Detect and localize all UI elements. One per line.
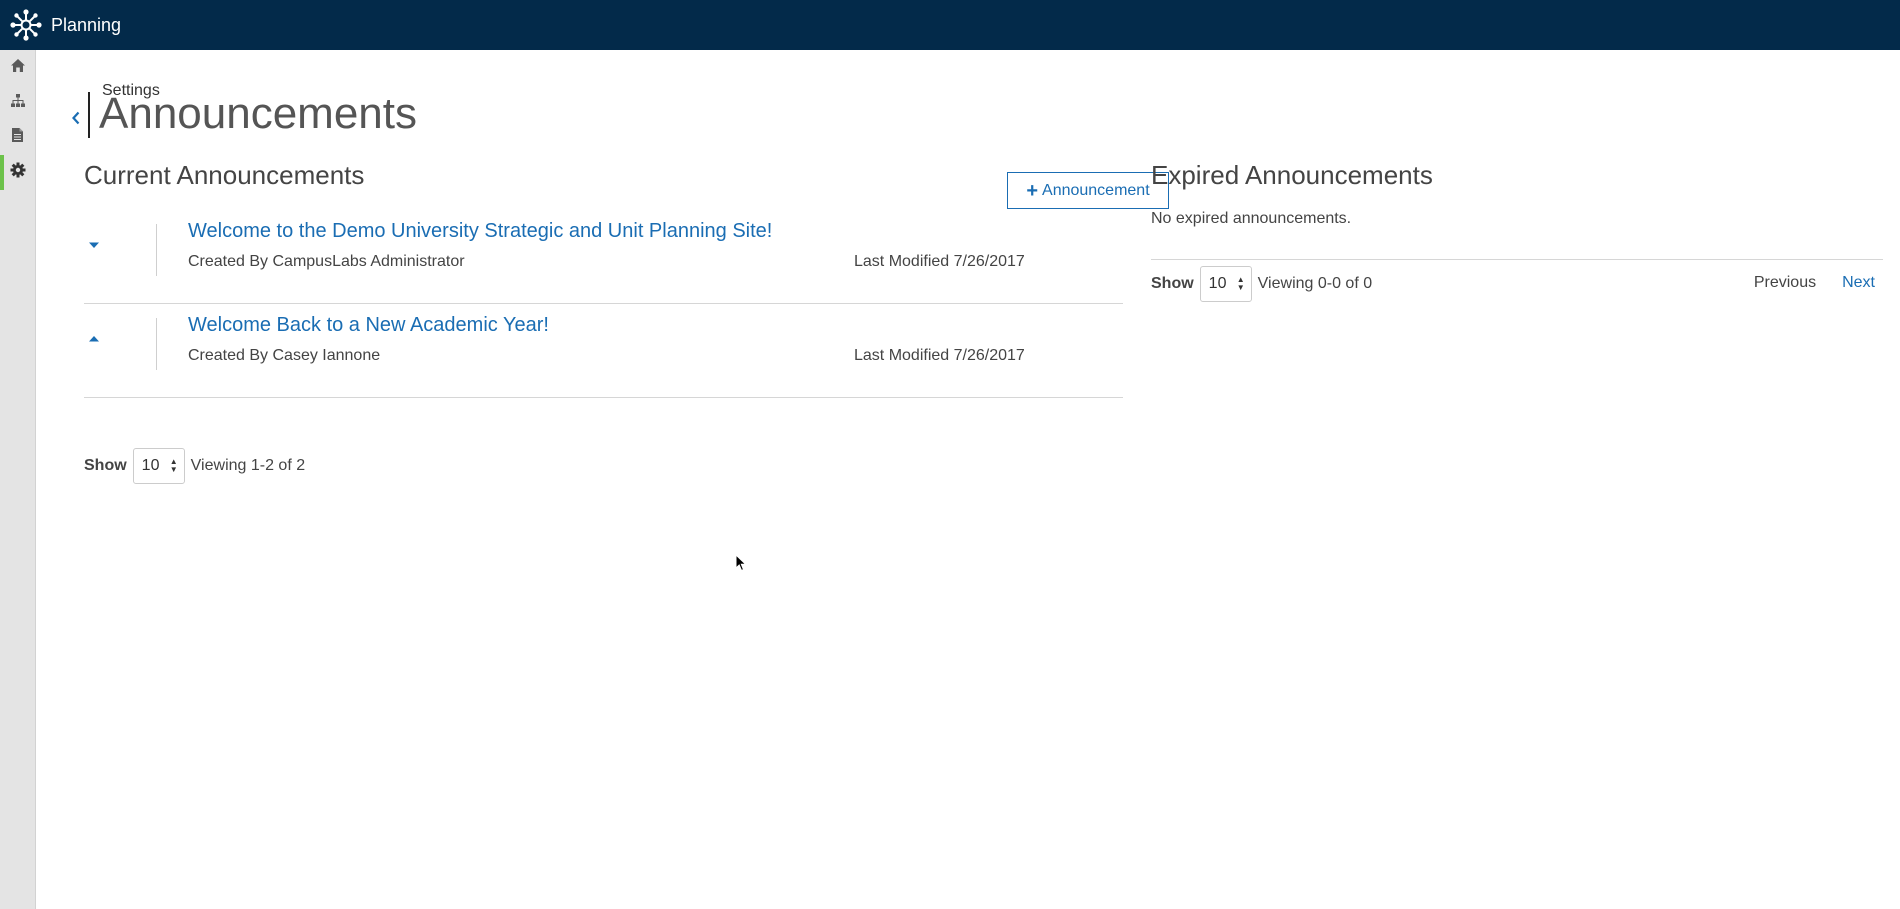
expired-announcements-title: Expired Announcements (1151, 160, 1433, 190)
breadcrumb[interactable]: Settings (102, 82, 160, 100)
header-divider (88, 92, 90, 138)
announcement-last-modified: Last Modified 7/26/2017 (854, 347, 1025, 364)
divider (1151, 259, 1883, 260)
sidebar-item-documents[interactable] (0, 120, 35, 155)
show-label: Show (84, 457, 127, 474)
sidebar (0, 50, 36, 909)
sidebar-item-home[interactable] (0, 50, 35, 85)
current-announcements-title: Current Announcements (84, 160, 365, 190)
row-divider (156, 224, 157, 276)
collapse-toggle[interactable] (84, 324, 104, 354)
current-announcements-panel: Current Announcements + Announcement Wel… (84, 160, 1169, 484)
next-page-link[interactable]: Next (1842, 274, 1875, 292)
gear-icon (10, 162, 26, 183)
planning-logo-icon[interactable] (9, 8, 43, 42)
expired-pager: Show 10 ▲ ▼ Viewing 0-0 of 0 Previous Nex… (1151, 266, 1883, 302)
add-announcement-label: Announcement (1042, 181, 1150, 199)
show-label: Show (1151, 275, 1194, 292)
current-pager: Show 10 ▲ ▼ Viewing 1-2 of 2 (84, 448, 305, 484)
row-divider (156, 318, 157, 370)
empty-state-text: No expired announcements. (1151, 210, 1352, 227)
select-arrows-icon: ▲ ▼ (1236, 275, 1245, 292)
list-item: Welcome to the Demo University Strategic… (84, 210, 1123, 304)
previous-page-link[interactable]: Previous (1754, 274, 1816, 292)
chevron-left-icon (72, 111, 80, 125)
announcement-author: Created By Casey Iannone (188, 347, 381, 364)
caret-up-icon (89, 336, 99, 342)
expand-toggle[interactable] (84, 230, 104, 260)
mouse-cursor-icon (735, 553, 747, 577)
page-header: Settings Announcements (66, 82, 417, 138)
announcement-author: Created By CampusLabs Administrator (188, 253, 465, 270)
document-icon (11, 127, 24, 148)
sidebar-item-organization[interactable] (0, 85, 35, 120)
page-size-select[interactable]: 10 ▲ ▼ (1199, 266, 1252, 302)
page-size-select[interactable]: 10 ▲ ▼ (132, 448, 185, 484)
main-content: Settings Announcements Current Announcem… (36, 50, 1900, 909)
announcement-list: Welcome to the Demo University Strategic… (84, 210, 1123, 398)
top-bar: Planning (0, 0, 1900, 50)
back-button[interactable] (66, 98, 86, 138)
add-announcement-button[interactable]: + Announcement (1007, 172, 1169, 209)
viewing-count: Viewing 1-2 of 2 (190, 457, 306, 474)
expired-announcements-panel: Expired Announcements No expired announc… (1151, 160, 1883, 302)
announcement-title-link[interactable]: Welcome Back to a New Academic Year! (188, 314, 549, 337)
caret-down-icon (89, 242, 99, 248)
announcement-last-modified: Last Modified 7/26/2017 (854, 253, 1025, 270)
plus-icon: + (1026, 179, 1039, 202)
app-title: Planning (51, 14, 122, 35)
list-item: Welcome Back to a New Academic Year! Cre… (84, 304, 1123, 398)
page-size-value: 10 (1208, 275, 1227, 292)
viewing-count: Viewing 0-0 of 0 (1257, 275, 1373, 292)
org-chart-icon (10, 93, 26, 113)
select-arrows-icon: ▲ ▼ (169, 457, 178, 474)
home-icon (10, 58, 26, 78)
sidebar-item-settings[interactable] (0, 155, 35, 190)
announcement-title-link[interactable]: Welcome to the Demo University Strategic… (188, 220, 772, 243)
page-size-value: 10 (141, 457, 160, 474)
